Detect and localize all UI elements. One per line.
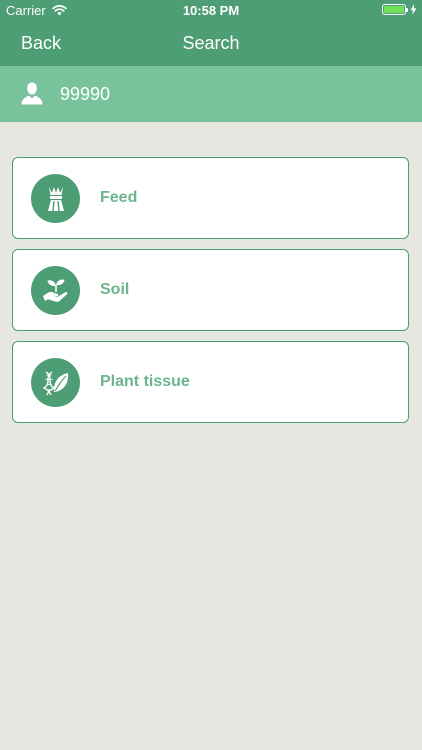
category-card-soil[interactable]: Soil [12, 249, 409, 331]
navigation-header: Carrier 10:58 PM Back Search [0, 0, 422, 66]
user-bar: 99990 [0, 66, 422, 122]
wheat-bundle-icon [31, 174, 80, 223]
battery-level-fill [384, 6, 404, 13]
charging-bolt-icon [410, 4, 417, 15]
hand-sprout-icon [31, 266, 80, 315]
dna-leaf-icon [31, 358, 80, 407]
battery-group [382, 4, 417, 15]
category-card-feed[interactable]: Feed [12, 157, 409, 239]
page-title: Search [182, 33, 240, 53]
user-icon [21, 82, 43, 105]
category-card-plant-tissue[interactable]: Plant tissue [12, 341, 409, 423]
battery-icon [382, 4, 408, 15]
category-list: Feed Soil Plant tissue [12, 157, 409, 433]
status-bar: Carrier 10:58 PM [0, 0, 422, 22]
category-label-feed: Feed [100, 189, 138, 206]
category-label-soil: Soil [100, 281, 130, 298]
status-time: 10:58 PM [182, 3, 240, 18]
user-id: 99990 [60, 84, 111, 104]
category-label-plant-tissue: Plant tissue [100, 373, 190, 390]
